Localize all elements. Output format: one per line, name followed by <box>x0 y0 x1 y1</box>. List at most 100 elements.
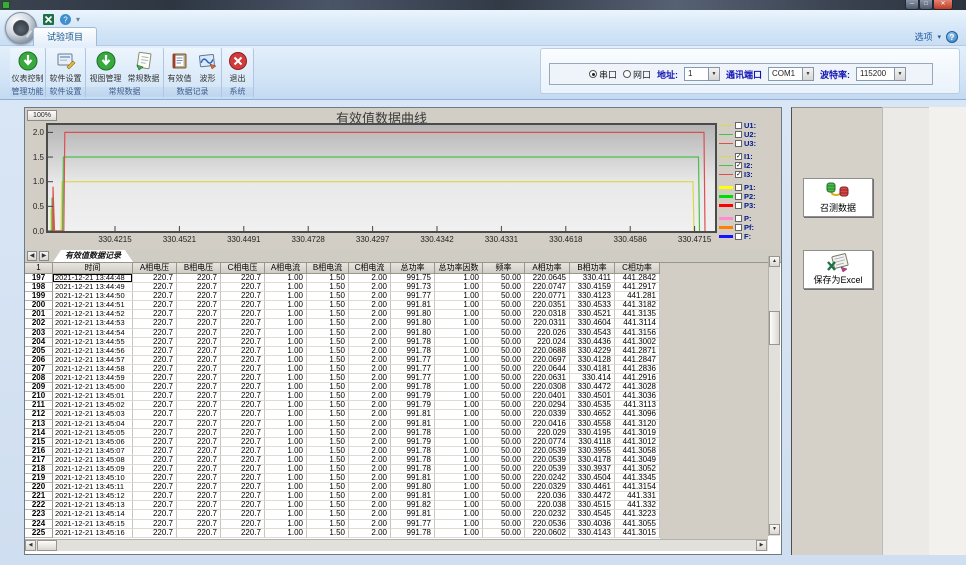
table-cell[interactable]: 991.77 <box>391 365 435 374</box>
table-cell[interactable]: 991.77 <box>391 292 435 301</box>
table-cell[interactable]: 2.00 <box>349 510 391 519</box>
table-cell[interactable]: 441.3028 <box>615 383 660 392</box>
chevron-down-icon[interactable]: ▼ <box>894 67 906 81</box>
help-round-icon[interactable]: ? <box>946 31 958 43</box>
table-cell[interactable]: 2.00 <box>349 319 391 328</box>
table-cell[interactable]: 220.7 <box>221 356 265 365</box>
table-cell[interactable]: 2021-12-21 13:44:54 <box>53 329 133 338</box>
table-cell[interactable]: 50.00 <box>483 329 525 338</box>
table-cell[interactable]: 50.00 <box>483 438 525 447</box>
row-number-cell[interactable]: 215 <box>25 438 53 447</box>
table-cell[interactable]: 1.00 <box>265 365 307 374</box>
table-cell[interactable]: 991.78 <box>391 465 435 474</box>
table-cell[interactable]: 2021-12-21 13:45:04 <box>53 420 133 429</box>
table-cell[interactable]: 50.00 <box>483 347 525 356</box>
table-cell[interactable]: 330.411 <box>570 274 615 283</box>
table-cell[interactable]: 330.4543 <box>570 329 615 338</box>
table-cell[interactable]: 1.00 <box>265 465 307 474</box>
table-cell[interactable]: 1.00 <box>265 283 307 292</box>
row-number-cell[interactable]: 212 <box>25 410 53 419</box>
table-cell[interactable]: 1.00 <box>435 374 483 383</box>
table-cell[interactable]: 1.00 <box>435 329 483 338</box>
table-cell[interactable]: 1.00 <box>435 301 483 310</box>
table-cell[interactable]: 1.00 <box>435 319 483 328</box>
table-cell[interactable]: 2.00 <box>349 356 391 365</box>
table-cell[interactable]: 1.00 <box>435 420 483 429</box>
table-cell[interactable]: 1.00 <box>435 474 483 483</box>
excel-icon[interactable] <box>42 13 55 26</box>
table-cell[interactable]: 50.00 <box>483 310 525 319</box>
row-number-cell[interactable]: 197 <box>25 274 53 283</box>
column-header[interactable]: C相功率 <box>615 263 660 274</box>
table-cell[interactable]: 50.00 <box>483 365 525 374</box>
rms-value-button[interactable]: 有效值 <box>166 49 194 87</box>
table-cell[interactable]: 220.038 <box>525 501 570 510</box>
table-cell[interactable]: 2021-12-21 13:44:48 <box>53 274 133 283</box>
row-number-cell[interactable]: 202 <box>25 319 53 328</box>
table-cell[interactable]: 220.7 <box>221 410 265 419</box>
table-cell[interactable]: 2021-12-21 13:44:55 <box>53 338 133 347</box>
table-cell[interactable]: 1.00 <box>265 456 307 465</box>
row-number-cell[interactable]: 200 <box>25 301 53 310</box>
table-cell[interactable]: 220.7 <box>177 338 221 347</box>
table-cell[interactable]: 220.7 <box>177 347 221 356</box>
table-cell[interactable]: 441.2842 <box>615 274 660 283</box>
table-cell[interactable]: 220.7 <box>133 310 177 319</box>
table-cell[interactable]: 991.79 <box>391 438 435 447</box>
table-cell[interactable]: 220.7 <box>177 447 221 456</box>
table-cell[interactable]: 220.7 <box>221 310 265 319</box>
table-cell[interactable]: 330.4535 <box>570 401 615 410</box>
table-cell[interactable]: 220.026 <box>525 329 570 338</box>
table-cell[interactable]: 441.2847 <box>615 356 660 365</box>
table-cell[interactable]: 2.00 <box>349 420 391 429</box>
table-cell[interactable]: 220.7 <box>177 383 221 392</box>
table-cell[interactable]: 50.00 <box>483 401 525 410</box>
table-cell[interactable]: 991.81 <box>391 510 435 519</box>
table-cell[interactable]: 330.4652 <box>570 410 615 419</box>
table-cell[interactable]: 220.7 <box>221 429 265 438</box>
table-cell[interactable]: 1.00 <box>435 483 483 492</box>
table-cell[interactable]: 220.7 <box>133 347 177 356</box>
legend-checkbox[interactable]: ✓ <box>735 171 742 178</box>
table-cell[interactable]: 1.00 <box>265 356 307 365</box>
table-cell[interactable]: 991.78 <box>391 338 435 347</box>
row-number-cell[interactable]: 204 <box>25 338 53 347</box>
table-cell[interactable]: 991.81 <box>391 420 435 429</box>
table-cell[interactable]: 330.4436 <box>570 338 615 347</box>
table-cell[interactable]: 220.0339 <box>525 410 570 419</box>
table-cell[interactable]: 2.00 <box>349 310 391 319</box>
table-cell[interactable]: 220.0697 <box>525 356 570 365</box>
table-cell[interactable]: 330.414 <box>570 374 615 383</box>
table-cell[interactable]: 220.7 <box>221 465 265 474</box>
table-cell[interactable]: 1.00 <box>435 401 483 410</box>
close-button[interactable]: ✕ <box>933 0 953 10</box>
table-cell[interactable]: 220.7 <box>133 474 177 483</box>
table-cell[interactable]: 441.3223 <box>615 510 660 519</box>
table-cell[interactable]: 1.00 <box>265 420 307 429</box>
table-cell[interactable]: 220.7 <box>221 510 265 519</box>
table-cell[interactable]: 220.7 <box>133 319 177 328</box>
row-number-cell[interactable]: 224 <box>25 520 53 529</box>
table-cell[interactable]: 1.50 <box>307 483 349 492</box>
table-cell[interactable]: 220.0416 <box>525 420 570 429</box>
table-cell[interactable]: 2.00 <box>349 501 391 510</box>
table-cell[interactable]: 50.00 <box>483 501 525 510</box>
legend-checkbox[interactable]: ✓ <box>735 162 742 169</box>
row-number-cell[interactable]: 220 <box>25 483 53 492</box>
radio-network-port[interactable]: 网口 <box>623 68 651 81</box>
table-cell[interactable]: 220.7 <box>177 510 221 519</box>
table-cell[interactable]: 220.7 <box>221 520 265 529</box>
table-cell[interactable]: 2021-12-21 13:45:03 <box>53 410 133 419</box>
table-cell[interactable]: 1.50 <box>307 501 349 510</box>
table-cell[interactable]: 2.00 <box>349 292 391 301</box>
regular-data-button[interactable]: 常规数据 <box>126 49 162 87</box>
table-cell[interactable]: 441.3154 <box>615 483 660 492</box>
table-cell[interactable]: 2021-12-21 13:44:49 <box>53 283 133 292</box>
table-cell[interactable]: 1.00 <box>435 492 483 501</box>
table-cell[interactable]: 441.281 <box>615 292 660 301</box>
table-cell[interactable]: 2.00 <box>349 474 391 483</box>
table-cell[interactable]: 220.0311 <box>525 319 570 328</box>
row-number-cell[interactable]: 221 <box>25 492 53 501</box>
scroll-down-icon[interactable]: ▼ <box>769 524 780 535</box>
table-cell[interactable]: 330.4545 <box>570 510 615 519</box>
